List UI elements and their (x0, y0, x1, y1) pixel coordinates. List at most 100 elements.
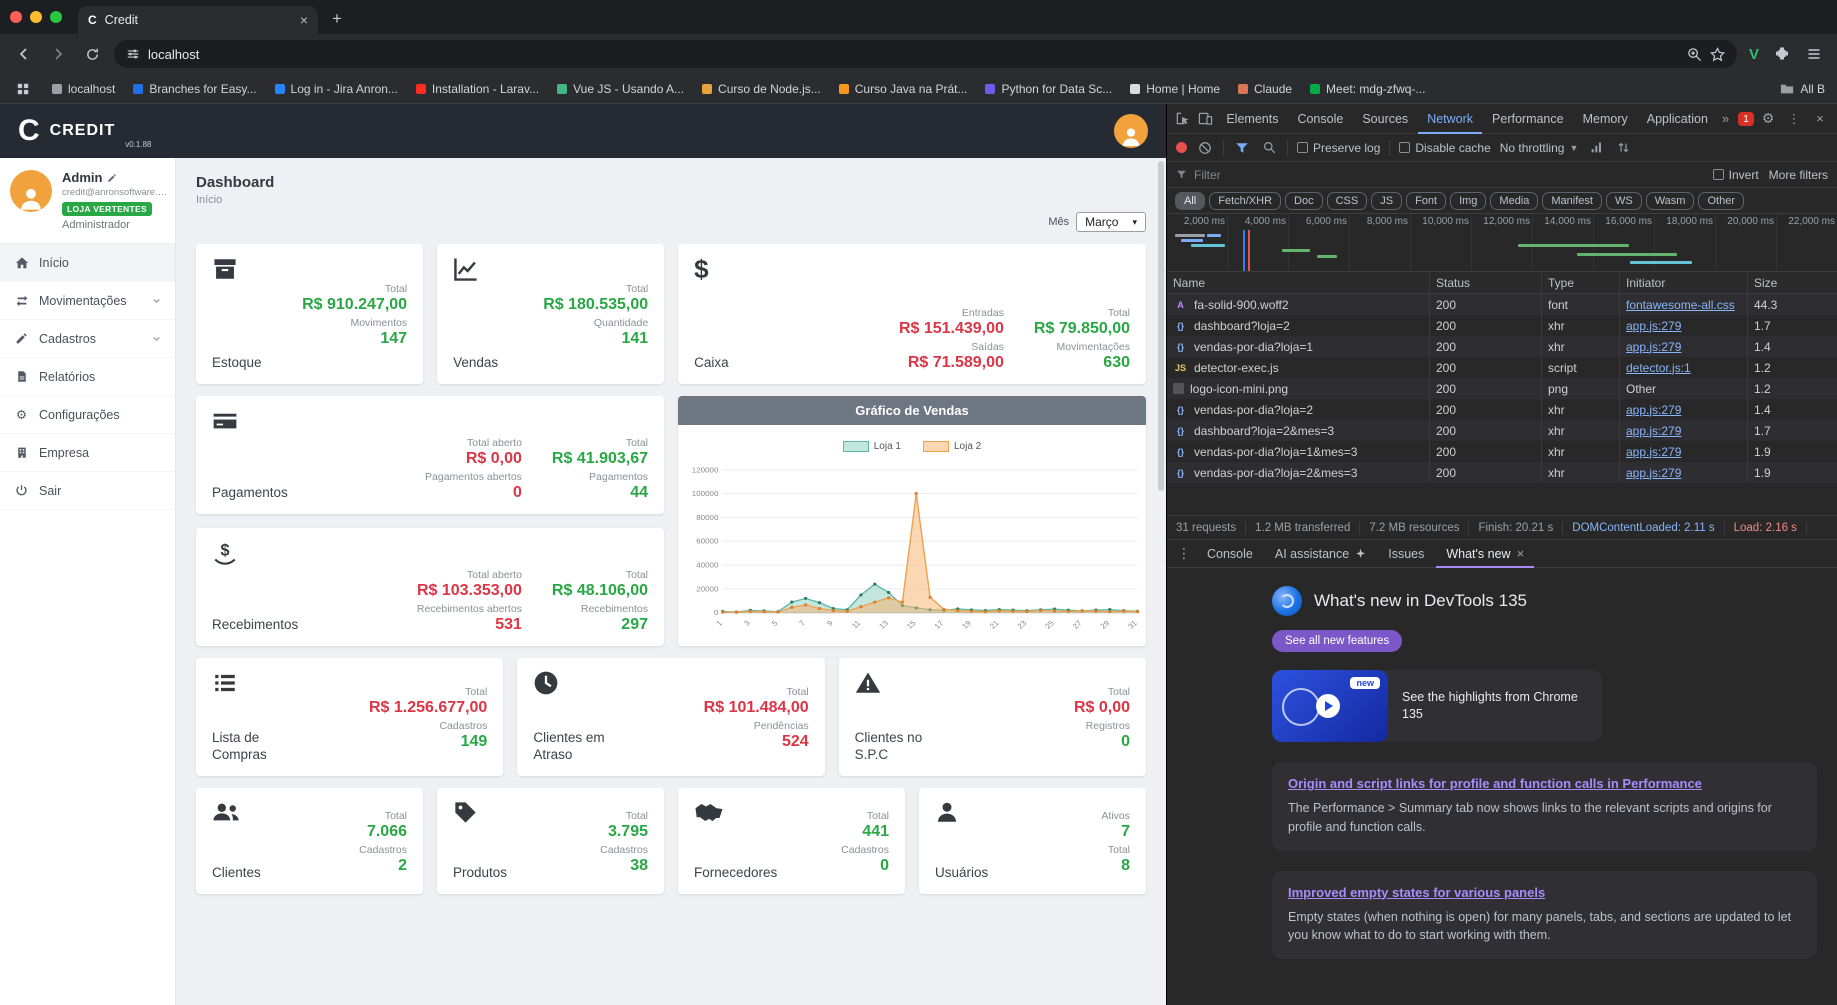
bookmark-item[interactable]: Python for Data Sc... (985, 82, 1112, 96)
chip-fetch-xhr[interactable]: Fetch/XHR (1209, 191, 1282, 210)
chip-font[interactable]: Font (1406, 191, 1447, 210)
request-row[interactable]: logo-icon-mini.png 200 png Other 1.2 (1167, 378, 1837, 399)
bookmark-star-icon[interactable] (1709, 46, 1725, 62)
initiator-link[interactable]: app.js:279 (1626, 319, 1681, 333)
chip-wasm[interactable]: Wasm (1645, 191, 1695, 210)
chip-doc[interactable]: Doc (1285, 191, 1323, 210)
user-avatar[interactable] (1114, 114, 1148, 148)
request-row[interactable]: JS detector-exec.js 200 script detector.j… (1167, 357, 1837, 378)
address-bar[interactable]: localhost (114, 40, 1737, 68)
request-row[interactable]: {} vendas-por-dia?loja=1&mes=3 200 xhr ap… (1167, 441, 1837, 462)
tab-sources[interactable]: Sources (1353, 104, 1417, 134)
browser-menu-icon[interactable] (1803, 43, 1825, 65)
inspect-element-icon[interactable] (1171, 106, 1193, 132)
edit-pencil-icon[interactable] (107, 173, 117, 183)
apps-grid-icon[interactable] (12, 78, 34, 100)
video-thumbnail[interactable]: new (1272, 670, 1388, 742)
tab-network[interactable]: Network (1418, 104, 1482, 134)
filter-input[interactable]: Filter (1176, 168, 1703, 182)
close-drawer-tab-icon[interactable]: × (1517, 546, 1525, 561)
section-heading-link[interactable]: Improved empty states for various panels (1288, 885, 1545, 900)
bookmark-item[interactable]: Installation - Larav... (415, 82, 539, 96)
bookmark-item[interactable]: Meet: mdg-zfwq-... (1310, 82, 1425, 96)
chip-media[interactable]: Media (1490, 191, 1539, 210)
filter-funnel-icon[interactable] (1233, 135, 1251, 161)
request-row[interactable]: {} vendas-por-dia?loja=1 200 xhr app.js:2… (1167, 336, 1837, 357)
chip-img[interactable]: Img (1450, 191, 1487, 210)
chip-other[interactable]: Other (1698, 191, 1744, 210)
col-type[interactable]: Type (1541, 272, 1619, 293)
tab-performance[interactable]: Performance (1483, 104, 1573, 134)
checkbox-icon[interactable] (1712, 169, 1724, 180)
error-count-badge[interactable]: 1 (1738, 111, 1754, 126)
request-row[interactable]: {} vendas-por-dia?loja=2 200 xhr app.js:2… (1167, 399, 1837, 420)
zoom-window-button[interactable] (50, 11, 62, 23)
disable-cache-checkbox[interactable]: Disable cache (1399, 141, 1491, 155)
url-text[interactable]: localhost (148, 47, 1679, 62)
initiator-link[interactable]: fontawesome-all.css (1626, 298, 1735, 312)
zoom-icon[interactable] (1687, 47, 1702, 62)
new-tab-button[interactable]: + (324, 6, 350, 32)
see-all-features-button[interactable]: See all new features (1272, 630, 1403, 652)
preserve-log-checkbox[interactable]: Preserve log (1297, 141, 1380, 155)
network-conditions-icon[interactable] (1587, 135, 1605, 161)
sidebar-item-sair[interactable]: Sair (0, 472, 175, 510)
request-row[interactable]: {} dashboard?loja=2 200 xhr app.js:279 1.… (1167, 315, 1837, 336)
tab-application[interactable]: Application (1638, 104, 1717, 134)
bookmark-item[interactable]: localhost (52, 82, 115, 96)
chip-manifest[interactable]: Manifest (1542, 191, 1602, 210)
drawer-tab-console[interactable]: Console (1197, 540, 1263, 568)
request-row[interactable]: {} vendas-por-dia?loja=2&mes=3 200 xhr ap… (1167, 462, 1837, 483)
drawer-menu-icon[interactable]: ⋮ (1173, 545, 1195, 562)
col-name[interactable]: Name (1167, 272, 1429, 293)
bookmark-item[interactable]: Log in - Jira Anron... (274, 82, 398, 96)
devtools-menu-icon[interactable]: ⋮ (1781, 106, 1807, 132)
chip-all[interactable]: All (1175, 191, 1206, 210)
col-initiator[interactable]: Initiator (1619, 272, 1747, 293)
bookmark-item[interactable]: Claude (1238, 82, 1292, 96)
forward-icon[interactable] (46, 42, 70, 66)
tab-elements[interactable]: Elements (1217, 104, 1287, 134)
invert-checkbox[interactable]: Invert (1712, 168, 1759, 182)
col-status[interactable]: Status (1429, 272, 1541, 293)
chip-js[interactable]: JS (1371, 191, 1403, 210)
device-toolbar-icon[interactable] (1194, 106, 1216, 132)
sidebar-item-movimentacoes[interactable]: Movimentações (0, 282, 175, 320)
checkbox-icon[interactable] (1399, 142, 1411, 153)
throttling-select[interactable]: No throttling ▼ (1500, 141, 1579, 155)
more-tabs-icon[interactable]: » (1718, 111, 1733, 126)
initiator-link[interactable]: app.js:279 (1626, 424, 1681, 438)
site-info-icon[interactable] (126, 47, 140, 61)
record-icon[interactable] (1176, 142, 1187, 153)
sidebar-item-configuracoes[interactable]: ⚙ Configurações (0, 396, 175, 434)
app-scrollbar[interactable] (1158, 161, 1164, 491)
play-icon[interactable] (1316, 694, 1340, 718)
more-filters-button[interactable]: More filters (1769, 168, 1828, 182)
request-row[interactable]: Afa-solid-900.woff2 200 font fontawesome… (1167, 294, 1837, 315)
reload-icon[interactable] (80, 42, 104, 66)
devtools-close-icon[interactable]: × (1807, 106, 1833, 132)
bookmark-item[interactable]: Branches for Easy... (133, 82, 257, 96)
sidebar-item-cadastros[interactable]: Cadastros (0, 320, 175, 358)
request-row[interactable]: {} dashboard?loja=2&mes=3 200 xhr app.js:… (1167, 420, 1837, 441)
tab-memory[interactable]: Memory (1574, 104, 1637, 134)
section-heading-link[interactable]: Origin and script links for profile and … (1288, 776, 1702, 791)
sidebar-item-empresa[interactable]: Empresa (0, 434, 175, 472)
import-export-har-icon[interactable] (1614, 135, 1632, 161)
close-window-button[interactable] (10, 11, 22, 23)
sidebar-avatar[interactable] (10, 170, 52, 212)
network-overview-timeline[interactable]: 2,000 ms 4,000 ms 6,000 ms 8,000 ms 10,000 m… (1167, 214, 1837, 272)
network-search-icon[interactable] (1260, 135, 1278, 161)
devtools-settings-icon[interactable]: ⚙ (1755, 106, 1781, 132)
drawer-tab-issues[interactable]: Issues (1378, 540, 1434, 568)
extensions-puzzle-icon[interactable] (1771, 43, 1793, 65)
drawer-tab-ai-assistance[interactable]: AI assistance (1265, 540, 1376, 568)
bookmark-item[interactable]: Curso de Node.js... (702, 82, 821, 96)
sidebar-item-inicio[interactable]: Início (0, 244, 175, 282)
initiator-link[interactable]: app.js:279 (1626, 445, 1681, 459)
bookmark-item[interactable]: Home | Home (1130, 82, 1220, 96)
col-size[interactable]: Size (1747, 272, 1837, 293)
sidebar-item-relatorios[interactable]: Relatórios (0, 358, 175, 396)
initiator-link[interactable]: app.js:279 (1626, 403, 1681, 417)
initiator-link[interactable]: app.js:279 (1626, 340, 1681, 354)
